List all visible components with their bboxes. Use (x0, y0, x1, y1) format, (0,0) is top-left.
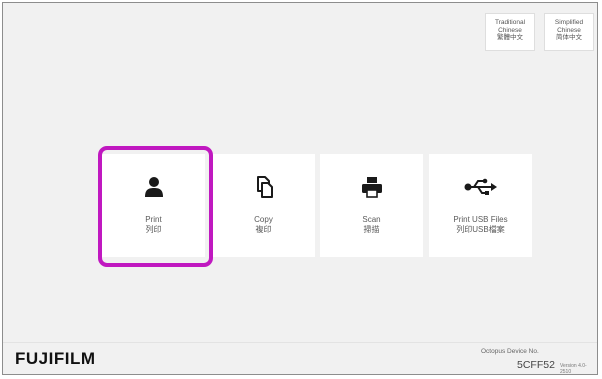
usb-label: Print USB Files (453, 215, 508, 224)
simplified-line1: Simplified (554, 19, 584, 26)
usb-tile[interactable]: Print USB Files 列印USB檔案 (429, 154, 532, 257)
traditional-line2: Chinese (498, 26, 522, 34)
simplified-line3: 简体中文 (556, 34, 582, 41)
print-tile[interactable]: Print 列印 (102, 154, 205, 257)
print-label: Print (145, 215, 162, 224)
traditional-line1: Traditional (494, 19, 526, 26)
traditional-chinese-button[interactable]: Traditional Chinese 繁體中文 (485, 13, 535, 51)
kiosk-screen: Traditional Chinese 繁體中文 Simplified Chin… (2, 2, 598, 375)
scan-label-zh: 掃描 (363, 224, 380, 234)
simplified-chinese-button[interactable]: Simplified Chinese 简体中文 (544, 13, 594, 51)
copy-label: Copy (254, 215, 273, 224)
person-icon (102, 174, 205, 200)
version-text: Version 4.0-2510 (560, 363, 587, 375)
footer-divider (3, 342, 597, 343)
copy-label-zh: 複印 (255, 224, 272, 234)
scan-tile[interactable]: Scan 掃描 (320, 154, 423, 257)
usb-label-zh: 列印USB檔案 (456, 224, 505, 234)
device-number: 5CFF52 (517, 359, 555, 371)
printer-icon (320, 174, 423, 200)
print-label-zh: 列印 (145, 224, 162, 234)
usb-icon (429, 174, 532, 200)
copy-tile[interactable]: Copy 複印 (212, 154, 315, 257)
fujifilm-logo: FUJIFILM (15, 349, 96, 368)
scan-label: Scan (362, 215, 381, 224)
simplified-line2: Chinese (557, 26, 581, 34)
traditional-line3: 繁體中文 (497, 34, 523, 41)
copy-icon (212, 174, 315, 200)
device-number-label: Octopus Device No. (481, 348, 539, 355)
